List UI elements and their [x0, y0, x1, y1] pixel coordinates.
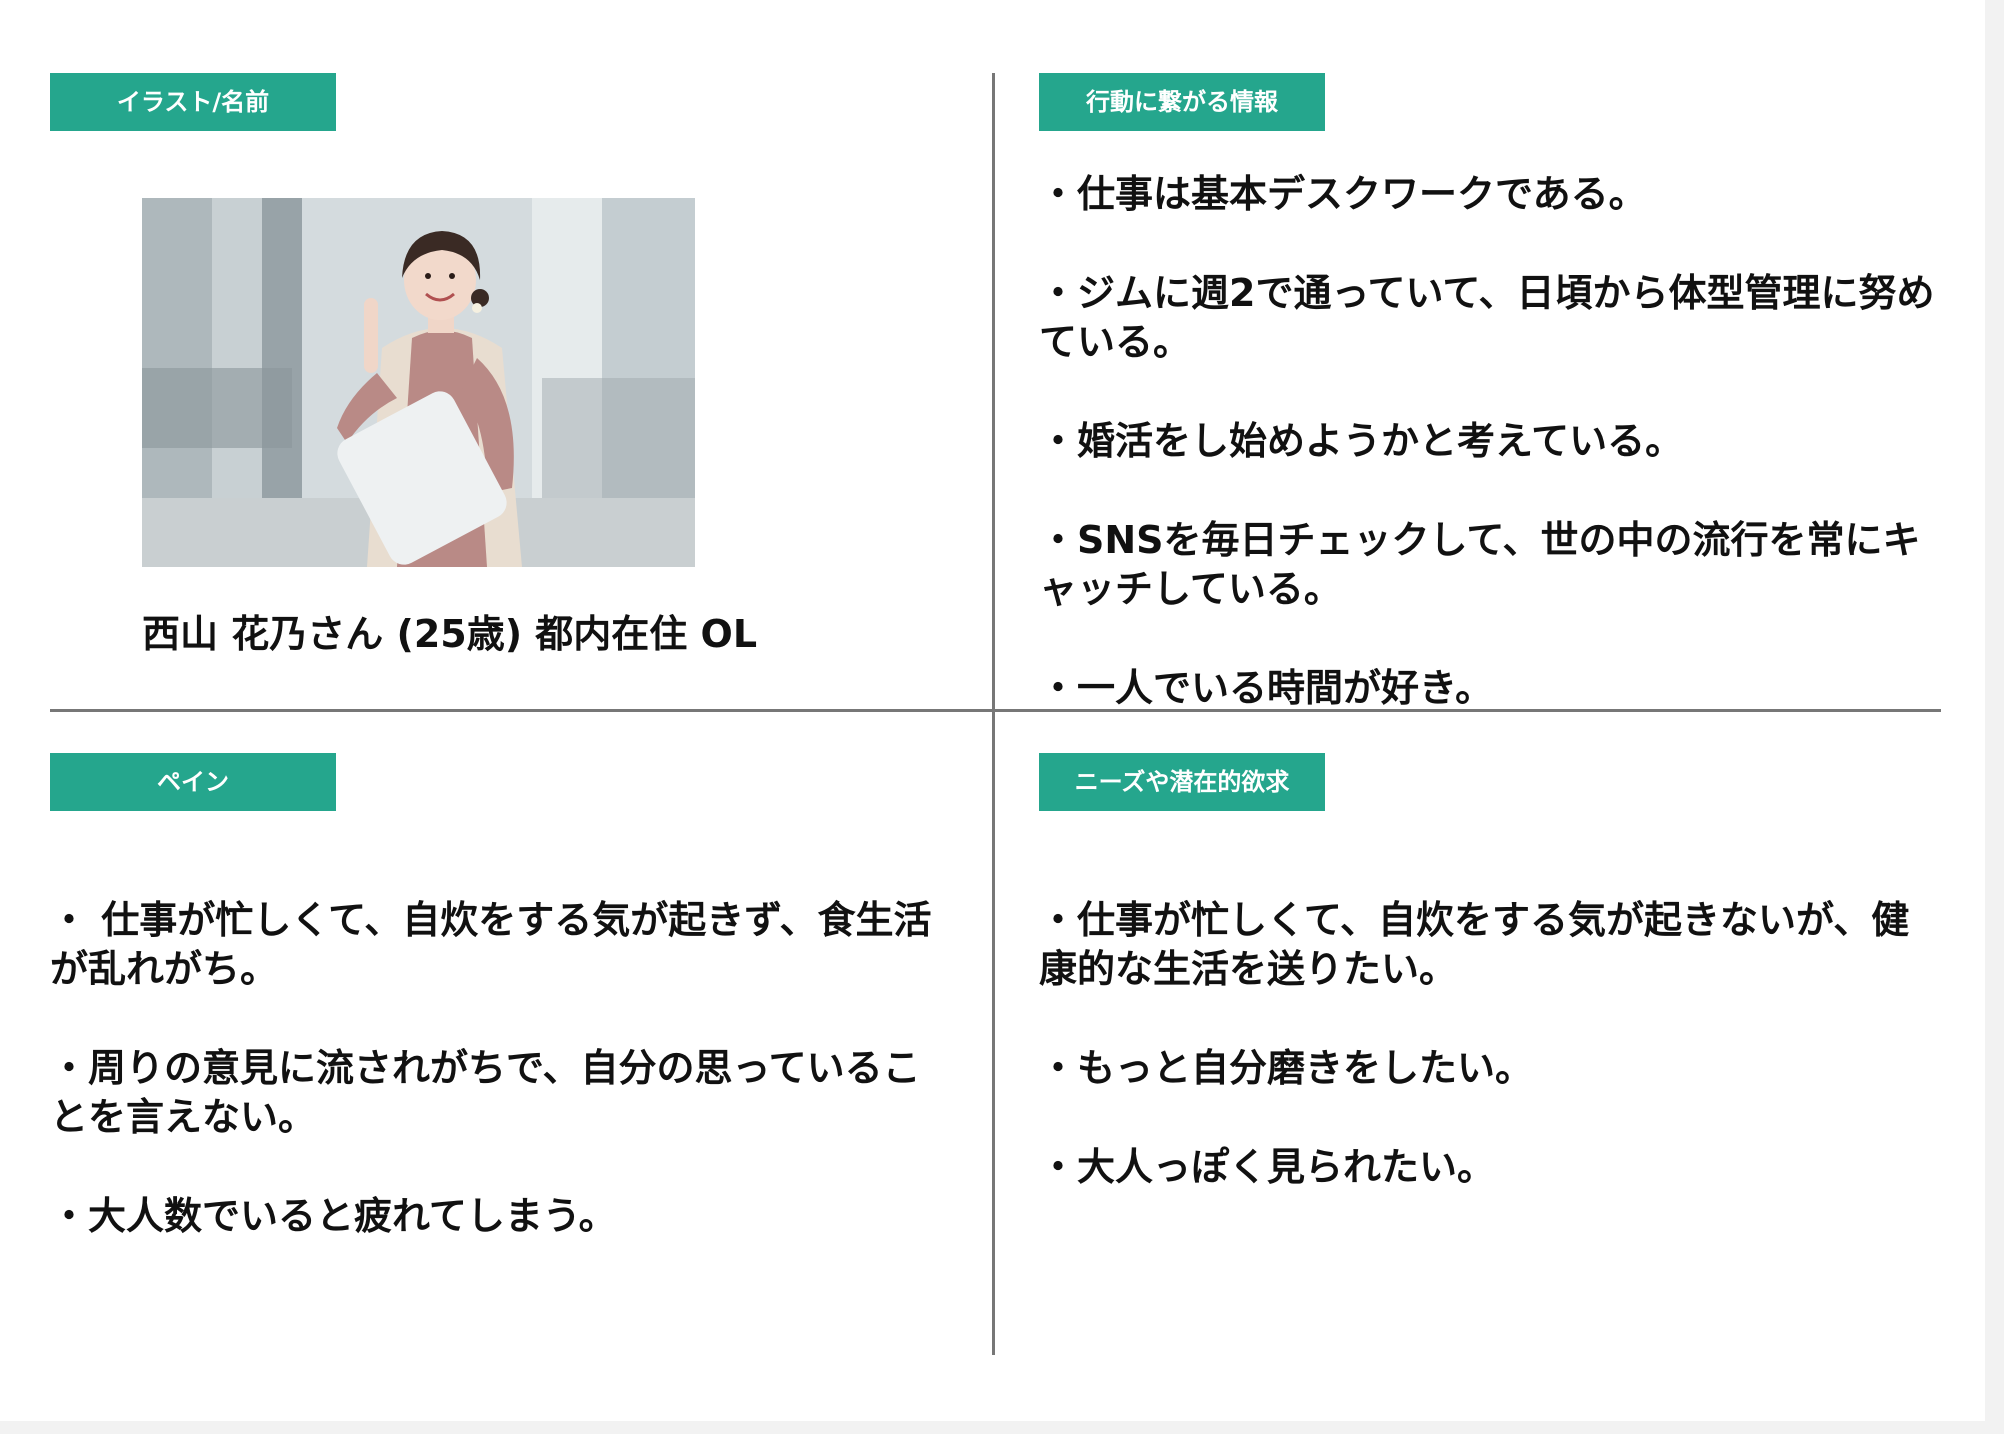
behavior-item: ・婚活をし始めようかと考えている。	[1039, 419, 1684, 463]
behavior-item: ・仕事は基本デスクワークである。	[1039, 172, 1647, 216]
behavior-item: ・ジムに週2で通っていて、日頃から体型管理に努めている。	[1039, 271, 1935, 364]
behavior-list: ・仕事は基本デスクワークである。 ・ジムに週2で通っていて、日頃から体型管理に努…	[1039, 170, 1939, 708]
pain-item: ・大人数でいると疲れてしまう。	[50, 1194, 617, 1238]
persona-card: イラスト/名前 西山 花乃さん (25歳) 都内在住 OL 行動に繋がる情報 ・…	[0, 0, 1985, 1421]
needs-tag: ニーズや潜在的欲求	[1039, 753, 1325, 811]
behavior-tag: 行動に繋がる情報	[1039, 73, 1325, 131]
pain-tag: ペイン	[50, 753, 336, 811]
behavior-item: ・一人でいる時間が好き。	[1039, 666, 1494, 708]
pain-item: ・ 仕事が忙しくて、自炊をする気が起きず、食生活が乱れがち。	[50, 898, 932, 991]
persona-sheet: イラスト/名前 西山 花乃さん (25歳) 都内在住 OL 行動に繋がる情報 ・…	[0, 0, 2004, 1434]
persona-photo	[142, 198, 695, 567]
horizontal-divider	[50, 709, 1941, 712]
pain-item: ・周りの意見に流されがちで、自分の思っていることを言えない。	[50, 1046, 921, 1139]
behavior-item: ・SNSを毎日チェックして、世の中の流行を常にキャッチしている。	[1039, 518, 1921, 611]
needs-item: ・大人っぽく見られたい。	[1039, 1145, 1496, 1189]
profile-tag: イラスト/名前	[50, 73, 336, 131]
vertical-divider	[992, 73, 995, 1355]
persona-name: 西山 花乃さん (25歳) 都内在住 OL	[142, 612, 758, 656]
pain-list: ・ 仕事が忙しくて、自炊をする気が起きず、食生活が乱れがち。 ・周りの意見に流さ…	[50, 896, 950, 1291]
needs-list: ・仕事が忙しくて、自炊をする気が起きないが、健康的な生活を送りたい。 ・もっと自…	[1039, 896, 1939, 1242]
needs-item: ・もっと自分磨きをしたい。	[1039, 1046, 1534, 1090]
needs-item: ・仕事が忙しくて、自炊をする気が起きないが、健康的な生活を送りたい。	[1039, 898, 1910, 991]
